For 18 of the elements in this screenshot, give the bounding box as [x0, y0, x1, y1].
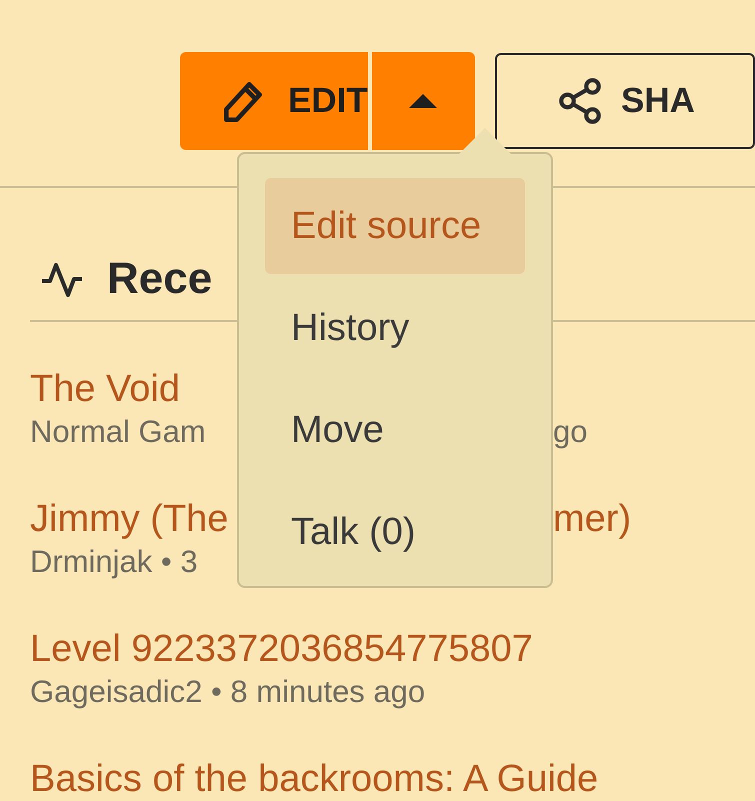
item-meta: Gageisadic2 • 8 minutes ago	[30, 673, 426, 711]
item-meta: Normal Gam	[30, 413, 206, 451]
menu-item[interactable]: Edit source	[265, 178, 525, 274]
item-title[interactable]: mer)	[553, 496, 632, 542]
section-heading: Rece	[107, 254, 212, 304]
item-title[interactable]: Basics of the backrooms: A Guide	[30, 756, 598, 801]
item-meta: go	[553, 413, 588, 451]
caret-icon	[409, 94, 438, 108]
edit-button[interactable]: EDIT	[180, 52, 368, 150]
menu-item[interactable]: Move	[265, 382, 525, 478]
share-button[interactable]: SHA	[495, 53, 755, 149]
menu-item[interactable]: Talk (0)	[265, 484, 525, 580]
menu-item[interactable]: History	[265, 280, 525, 376]
item-title[interactable]: Jimmy (The	[30, 496, 228, 542]
dropdown-toggle[interactable]	[372, 52, 475, 150]
item-meta: Drminjak • 3	[30, 543, 198, 581]
item-title[interactable]: The Void	[30, 366, 180, 412]
item-title[interactable]: Level 9223372036854775807	[30, 626, 533, 672]
